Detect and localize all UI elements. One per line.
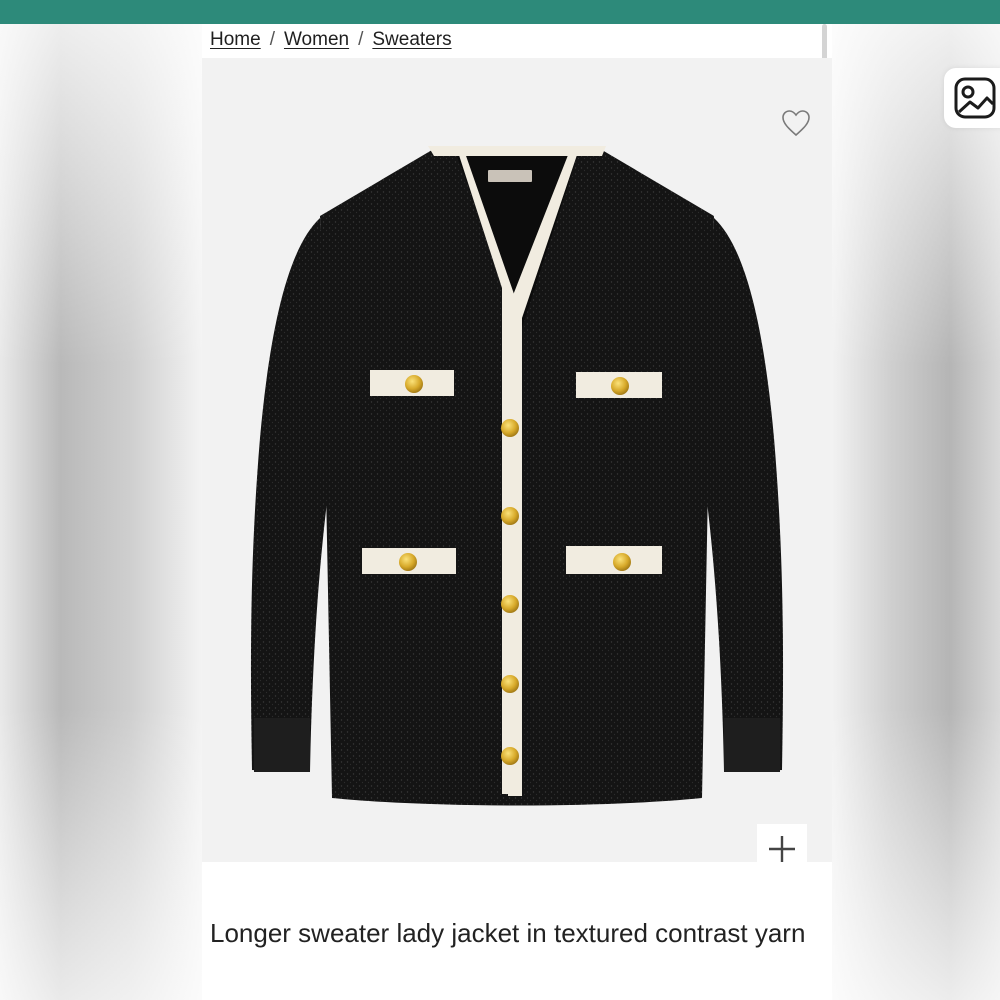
right-blurred-backdrop: [832, 24, 1000, 1000]
pocket-button: [405, 375, 423, 393]
breadcrumb-separator: /: [269, 29, 275, 50]
garment-label: [488, 170, 532, 182]
heart-outline-icon[interactable]: [780, 108, 812, 138]
pocket-button: [613, 553, 631, 571]
product-image[interactable]: [202, 58, 832, 874]
product-page: Home / Women / Sweaters Longer sweater l…: [202, 24, 832, 1000]
breadcrumb-home-link[interactable]: Home: [210, 29, 261, 51]
front-button: [501, 675, 519, 693]
image-search-button[interactable]: [944, 68, 1000, 128]
pocket-button: [611, 377, 629, 395]
left-blurred-backdrop: [0, 24, 202, 1000]
cardigan-image: [250, 146, 784, 806]
add-to-bag-button[interactable]: [757, 824, 807, 874]
front-button: [501, 747, 519, 765]
breadcrumb: Home / Women / Sweaters: [210, 24, 452, 56]
top-status-bar: [0, 0, 1000, 24]
left-sleeve: [250, 218, 330, 772]
front-button: [501, 595, 519, 613]
plus-icon: [769, 836, 795, 862]
breadcrumb-women-link[interactable]: Women: [284, 29, 349, 51]
front-button: [501, 507, 519, 525]
product-title: Longer sweater lady jacket in textured c…: [210, 918, 806, 948]
right-sleeve: [704, 218, 784, 772]
image-search-icon: [954, 77, 996, 119]
pocket-button: [399, 553, 417, 571]
breadcrumb-separator: /: [358, 29, 364, 50]
front-button: [501, 419, 519, 437]
breadcrumb-sweaters-link[interactable]: Sweaters: [372, 29, 451, 51]
